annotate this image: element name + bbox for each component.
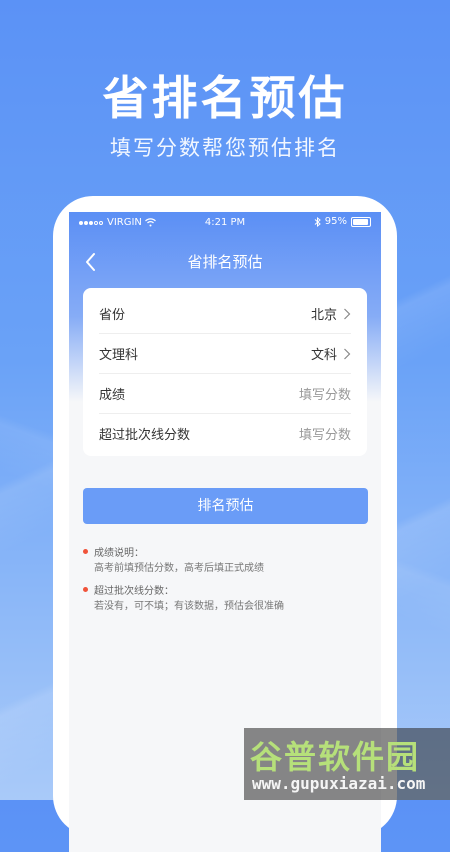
nav-bar: 省排名预估 (69, 242, 381, 282)
status-right: 95% (314, 216, 371, 227)
batch-line-input[interactable]: 填写分数 (299, 424, 351, 443)
status-bar: VIRGIN 4:21 PM 95% (69, 212, 381, 234)
subject-value: 文科 (310, 348, 337, 363)
bluetooth-icon (314, 216, 321, 227)
note-title: 成绩说明： (83, 542, 373, 560)
note-text: 若没有，可不填；有该数据，预估会很准确 (94, 601, 284, 612)
bullet-dot-icon (83, 586, 88, 592)
hero-title: 省排名预估 (102, 71, 348, 125)
hero-subtitle: 填写分数帮您预估排名 (110, 136, 340, 160)
notes-section: 成绩说明： 高考前填预估分数，高考后填正式成绩 超过批次线分数： 若没有，可不填… (83, 542, 373, 618)
row-label: 省份 (99, 308, 126, 323)
score-row: 成绩 填写分数 (99, 374, 351, 414)
form-card: 省份 北京 文理科 文科 成绩 填写分数 超过批次线分数 填写分数 (83, 288, 367, 456)
chevron-right-icon (344, 308, 351, 319)
watermark-brand: 谷普软件园 (250, 738, 421, 776)
note-heading: 成绩说明： (94, 547, 144, 559)
subject-row[interactable]: 文理科 文科 (99, 334, 351, 374)
note-title: 超过批次线分数： (83, 580, 373, 598)
battery-icon (351, 216, 371, 227)
note-heading: 超过批次线分数： (94, 585, 174, 597)
estimate-button[interactable]: 排名预估 (83, 488, 368, 524)
battery-percent: 95% (324, 216, 347, 227)
note-text: 高考前填预估分数，高考后填正式成绩 (94, 563, 264, 574)
watermark: 谷普软件园 www.gupuxiazai.com (244, 728, 450, 800)
row-label: 文理科 (99, 348, 139, 363)
row-label: 超过批次线分数 (99, 428, 191, 443)
bullet-dot-icon (83, 548, 88, 554)
row-value: 北京 (311, 304, 351, 323)
province-row[interactable]: 省份 北京 (99, 294, 351, 334)
nav-title: 省排名预估 (187, 253, 263, 271)
chevron-right-icon (344, 348, 351, 359)
row-label: 成绩 (99, 388, 126, 403)
province-value: 北京 (310, 308, 337, 323)
watermark-url: www.gupuxiazai.com (252, 774, 426, 793)
row-value: 文科 (311, 344, 351, 363)
batch-line-row: 超过批次线分数 填写分数 (99, 414, 351, 453)
score-input[interactable]: 填写分数 (299, 384, 351, 403)
